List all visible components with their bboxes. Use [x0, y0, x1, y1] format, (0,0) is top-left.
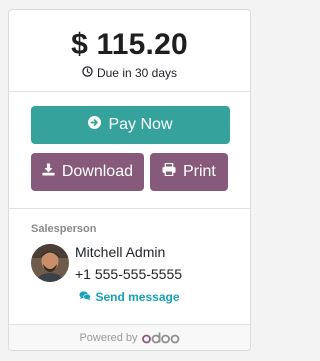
pay-now-label: Pay Now	[108, 116, 173, 133]
actions-section: Pay Now Download Print	[9, 92, 250, 209]
avatar	[31, 244, 69, 282]
odoo-logo[interactable]	[141, 331, 180, 344]
amount-total: $ 115.20	[71, 28, 188, 61]
due-text: Due in 30 days	[96, 66, 178, 80]
due-date: Due in 30 days	[9, 65, 250, 81]
print-icon	[162, 162, 176, 181]
send-message-label: Send message	[95, 290, 180, 304]
clock-icon	[82, 65, 93, 81]
powered-by-footer: Powered by	[9, 324, 250, 350]
secondary-actions: Download Print	[31, 153, 228, 191]
arrow-circle-right-icon	[88, 116, 102, 134]
salesperson-row: Mitchell Admin +1 555-555-5555	[31, 242, 228, 284]
download-button[interactable]: Download	[31, 153, 144, 191]
salesperson-info: Mitchell Admin +1 555-555-5555	[75, 242, 182, 284]
amount-section: $ 115.20 Due in 30 days	[9, 10, 250, 92]
comments-icon	[79, 290, 92, 304]
send-message-link[interactable]: Send message	[31, 290, 228, 304]
salesperson-section: Salesperson Mitchell Admin +1 555-555-55…	[9, 209, 250, 325]
pay-now-button[interactable]: Pay Now	[31, 106, 230, 144]
salesperson-phone: +1 555-555-5555	[75, 266, 183, 282]
download-label: Download	[61, 163, 133, 180]
salesperson-name: Mitchell Admin	[75, 244, 166, 260]
invoice-sidebar-card: $ 115.20 Due in 30 days Pay Now Download	[8, 9, 251, 351]
download-icon	[42, 163, 55, 181]
salesperson-heading: Salesperson	[31, 223, 97, 235]
print-button[interactable]: Print	[149, 153, 228, 191]
print-label: Print	[182, 163, 216, 180]
powered-by-text: Powered by	[79, 331, 138, 344]
